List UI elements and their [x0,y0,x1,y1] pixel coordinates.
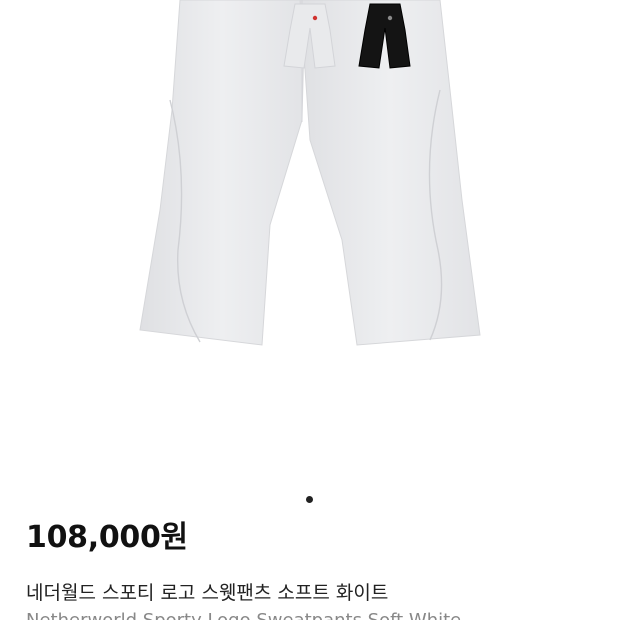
product-detail-page: 108,000원 네더월드 스포티 로고 스웻팬츠 소프트 화이트 Nether… [0,0,620,620]
thumbnail-black[interactable] [356,0,414,72]
product-price: 108,000원 [26,520,188,555]
product-name-korean: 네더월드 스포티 로고 스웻팬츠 소프트 화이트 [26,582,389,604]
thumbnail-soft-white[interactable] [281,0,339,72]
gallery-indicator-dot [306,496,313,503]
product-name-english: Netherworld Sporty Logo Sweatpants Soft … [26,612,461,620]
